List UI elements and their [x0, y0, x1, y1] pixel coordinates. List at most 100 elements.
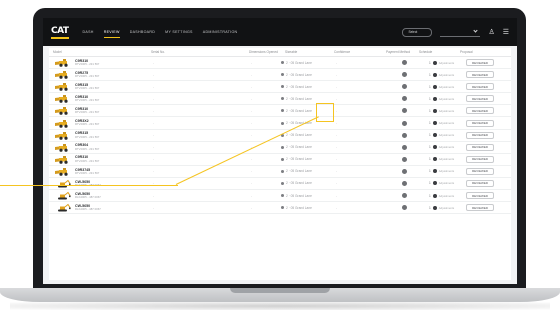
cell-serial-empty: - — [153, 121, 155, 126]
status-circle-icon — [402, 96, 407, 102]
menu-icon[interactable]: ☰ — [503, 29, 509, 36]
cell-schedule: 1 Adjustments — [415, 169, 456, 174]
wheel-loader-icon — [55, 94, 71, 104]
table-row[interactable]: C9R3745 RTV2005 - 231 567 - - 2 · 05 Grand L… — [49, 166, 511, 178]
cell-proposal: REVIEWED — [456, 155, 511, 163]
reviewed-button[interactable]: REVIEWED — [466, 155, 494, 163]
reviewed-button[interactable]: REVIEWED — [466, 167, 494, 175]
status-circle-icon — [402, 60, 407, 66]
count-icon: 1 — [429, 193, 431, 198]
region-select[interactable]: Select — [402, 27, 433, 37]
table-row[interactable]: CW-5650RLK2005 - 487 0067 - - 2 · 05 Grand … — [49, 190, 511, 203]
schedule-indicator-icon — [432, 60, 437, 65]
cell-payment — [382, 156, 415, 162]
table-row[interactable]: C9R304RTV2005 - 231 567 - - 2 · 05 Grand La… — [49, 142, 511, 154]
cell-confidence-empty: - — [336, 121, 338, 126]
schedule-indicator-icon — [432, 108, 437, 113]
cell-confidence-empty: - — [336, 169, 338, 174]
cell-sizeable: 2 · 05 Grand Lane — [281, 206, 330, 210]
reviewed-button[interactable]: REVIEWED — [466, 59, 494, 67]
topbar-dropdown[interactable] — [440, 28, 481, 37]
schedule-indicator-icon — [432, 84, 437, 89]
sizeable-text: 2 · 05 Grand Lane — [286, 72, 312, 77]
nav-item-administration[interactable]: Administration — [203, 27, 238, 38]
cell-proposal: REVIEWED — [456, 143, 511, 151]
table-row[interactable]: C9R310 RTV2005 - 231 567 - - 2 · 05 Grand La… — [49, 105, 511, 118]
cell-payment — [382, 168, 415, 174]
nav-item-dashboard[interactable]: Dashboard — [130, 27, 155, 38]
reviewed-button[interactable]: REVIEWED — [466, 204, 494, 212]
reviewed-button[interactable]: REVIEWED — [466, 83, 494, 91]
cell-proposal: REVIEWED — [456, 71, 511, 79]
count-icon: 1 — [429, 157, 431, 162]
wheel-loader-icon — [55, 143, 71, 152]
cell-proposal: REVIEWED — [456, 95, 511, 103]
region-select-value: Select — [408, 30, 418, 34]
cell-dimensions-empty: - — [251, 169, 253, 174]
column-header[interactable]: Serial No. — [147, 50, 245, 54]
cell-dimensions-empty: - — [251, 108, 253, 113]
model-text: C9R315 RTV2005 - 231 567 — [75, 131, 99, 139]
cell-confidence-empty: - — [336, 60, 338, 65]
reviewed-button[interactable]: REVIEWED — [466, 71, 494, 79]
reviewed-button[interactable]: REVIEWED — [466, 143, 494, 151]
model-text: CW-5650RLK2005 - 487 0067 — [75, 192, 101, 200]
schedule-text: Adjustments — [438, 157, 455, 162]
nav-item-my-settings[interactable]: My Settings — [165, 27, 193, 38]
cell-schedule: 1 Adjustments — [415, 72, 456, 77]
cell-schedule: 1 Adjustments — [415, 157, 456, 162]
nav-item-review[interactable]: Review — [103, 27, 120, 38]
table-row[interactable]: C9R275 RTV2005 - 231 567 - - 2 · 05 Grand La… — [49, 69, 511, 82]
table-row[interactable]: C9R310 RTV2005 - 231 567 - - 2 · 05 Grand La… — [49, 93, 511, 106]
cell-serial-empty: - — [153, 169, 155, 174]
nav-item-dash[interactable]: Dash — [83, 27, 94, 38]
sizeable-text: 2 · 05 Grand Lane — [286, 181, 312, 186]
column-header[interactable]: Schedule — [415, 50, 456, 54]
reviewed-button[interactable]: REVIEWED — [466, 179, 494, 187]
table-row[interactable]: C9R3X2 RTV2005 - 231 567- -2 · 05 Grand La… — [49, 117, 511, 130]
cell-serial-empty: - — [153, 72, 155, 77]
cell-confidence-empty: - — [336, 133, 338, 138]
table-row[interactable]: C9R310 RTV2005 - 231 567 - - 2 · 05 Grand La… — [49, 154, 511, 166]
table-row[interactable]: C9R310 RTV2005 - 231 567 - - 2 · 05 Grand La… — [49, 57, 511, 70]
reviewed-button[interactable]: REVIEWED — [466, 119, 494, 127]
model-serial: RTV2005 - 231 567 — [75, 146, 100, 151]
reviewed-button[interactable]: REVIEWED — [466, 95, 494, 103]
column-header[interactable]: Proposal — [456, 50, 511, 54]
reviewed-button[interactable]: REVIEWED — [466, 131, 494, 139]
column-header[interactable]: Dimensions Opened — [245, 50, 281, 54]
cell-serial-empty: - — [153, 133, 155, 138]
schedule-text: Adjustments — [438, 133, 455, 138]
count-icon: 1 — [429, 121, 431, 126]
column-header[interactable]: Sizeable — [281, 50, 330, 54]
sizeable-text: 2 · 05 Grand Lane — [286, 157, 312, 162]
cell-model: C9R310 RTV2005 - 231 567 — [49, 94, 147, 104]
reviewed-button[interactable]: REVIEWED — [466, 192, 494, 200]
table-row[interactable]: C9R315 RTV2005 - 231 567 - - 2 · 05 Grand La… — [49, 81, 511, 94]
count-icon: 1 — [429, 96, 431, 101]
cell-serial-empty: - — [153, 193, 155, 198]
user-icon[interactable]: ♙ — [488, 29, 494, 36]
column-header[interactable]: Payment Method — [382, 50, 415, 54]
cell-proposal: REVIEWED — [456, 83, 511, 91]
cell-payment — [382, 120, 415, 126]
sizeable-text: 2 · 05 Grand Lane — [286, 145, 312, 150]
model-serial: RTV2005 - 231 567 — [75, 74, 100, 79]
count-icon: 1 — [429, 72, 431, 77]
column-header[interactable]: Model — [49, 50, 147, 54]
column-header[interactable]: Confidence — [330, 50, 382, 54]
cell-sizeable: 2 · 05 Grand Lane — [281, 194, 330, 198]
model-serial: RTV2005 - 231 567 — [75, 61, 100, 66]
model-text: C9R275 RTV2005 - 231 567 — [75, 71, 99, 79]
wheel-loader-icon — [55, 70, 71, 79]
schedule-text: Adjustments — [438, 181, 455, 186]
schedule-indicator-icon — [432, 169, 437, 174]
units-table: Model Serial No. Dimensions Opened Sizeable… — [49, 48, 511, 280]
table-row[interactable]: CW-5650RLK2005 - 487 0067 - - 2 · 05 Grand … — [49, 202, 511, 215]
laptop-shadow — [10, 302, 550, 310]
schedule-indicator-icon — [432, 96, 437, 101]
model-serial: RTV2005 - 231 567 — [75, 122, 100, 127]
cat-logo[interactable]: CAT — [51, 26, 69, 39]
sizeable-text: 2 · 05 Grand Lane — [286, 108, 312, 113]
reviewed-button[interactable]: REVIEWED — [466, 107, 494, 115]
